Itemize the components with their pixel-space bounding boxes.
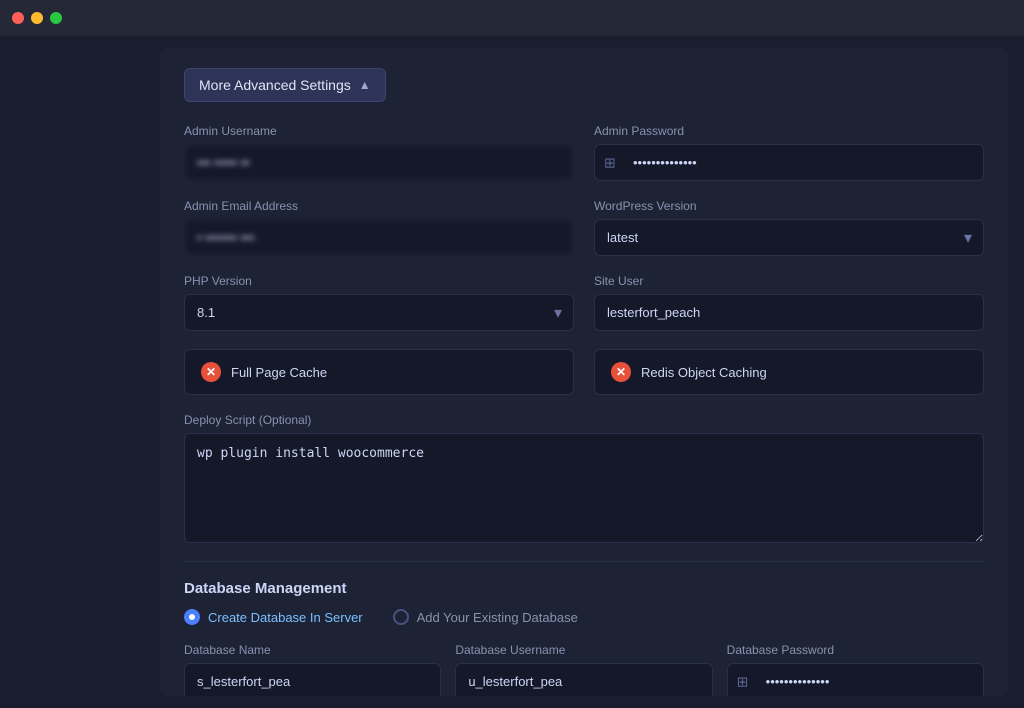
create-database-label: Create Database In Server xyxy=(208,610,363,625)
site-user-label: Site User xyxy=(594,274,984,288)
php-siteuser-row: PHP Version 8.1 8.0 7.4 Site User xyxy=(184,274,984,331)
cache-toggles-row: ✕ Full Page Cache ✕ Redis Object Caching xyxy=(184,349,984,395)
db-username-input[interactable] xyxy=(455,663,712,696)
deploy-script-label: Deploy Script (Optional) xyxy=(184,413,984,427)
database-management-title: Database Management xyxy=(184,580,984,597)
site-user-group: Site User xyxy=(594,274,984,331)
sidebar xyxy=(0,36,160,708)
admin-password-field-wrapper: ⊞ xyxy=(594,144,984,181)
settings-dropdown-label: More Advanced Settings xyxy=(199,77,351,93)
redis-object-caching-toggle[interactable]: ✕ Redis Object Caching xyxy=(594,349,984,395)
admin-username-label: Admin Username xyxy=(184,124,574,138)
admin-email-input[interactable] xyxy=(184,219,574,256)
traffic-lights xyxy=(12,12,62,24)
admin-password-input[interactable] xyxy=(594,144,984,181)
chevron-up-icon: ▲ xyxy=(359,78,371,92)
wordpress-version-label: WordPress Version xyxy=(594,199,984,213)
php-version-select[interactable]: 8.1 8.0 7.4 xyxy=(184,294,574,331)
existing-database-option[interactable]: Add Your Existing Database xyxy=(393,609,578,625)
section-divider xyxy=(184,561,984,562)
password-icon: ⊞ xyxy=(604,154,616,171)
db-password-group: Database Password ⊞ xyxy=(727,643,984,696)
admin-password-label: Admin Password xyxy=(594,124,984,138)
wordpress-version-select-wrapper: latest 6.4 6.3 xyxy=(594,219,984,256)
admin-credentials-row: Admin Username Admin Password ⊞ xyxy=(184,124,984,181)
create-database-radio[interactable] xyxy=(184,609,200,625)
db-name-input[interactable] xyxy=(184,663,441,696)
db-password-field-wrapper: ⊞ xyxy=(727,663,984,696)
minimize-button[interactable] xyxy=(31,12,43,24)
full-page-cache-icon: ✕ xyxy=(201,362,221,382)
database-fields-row: Database Name Database Username Database… xyxy=(184,643,984,696)
full-page-cache-toggle[interactable]: ✕ Full Page Cache xyxy=(184,349,574,395)
db-password-label: Database Password xyxy=(727,643,984,657)
maximize-button[interactable] xyxy=(50,12,62,24)
deploy-script-textarea[interactable] xyxy=(184,433,984,543)
admin-password-group: Admin Password ⊞ xyxy=(594,124,984,181)
deploy-script-group: Deploy Script (Optional) xyxy=(184,413,984,543)
wordpress-version-group: WordPress Version latest 6.4 6.3 xyxy=(594,199,984,256)
database-radio-group: Create Database In Server Add Your Exist… xyxy=(184,609,984,625)
redis-object-caching-label: Redis Object Caching xyxy=(641,365,767,380)
email-version-row: Admin Email Address WordPress Version la… xyxy=(184,199,984,256)
php-version-select-wrapper: 8.1 8.0 7.4 xyxy=(184,294,574,331)
existing-database-label: Add Your Existing Database xyxy=(417,610,578,625)
database-management-section: Database Management Create Database In S… xyxy=(184,580,984,696)
admin-email-group: Admin Email Address xyxy=(184,199,574,256)
titlebar xyxy=(0,0,1024,36)
php-version-label: PHP Version xyxy=(184,274,574,288)
db-username-label: Database Username xyxy=(455,643,712,657)
existing-database-radio[interactable] xyxy=(393,609,409,625)
full-page-cache-label: Full Page Cache xyxy=(231,365,327,380)
create-database-option[interactable]: Create Database In Server xyxy=(184,609,363,625)
db-name-label: Database Name xyxy=(184,643,441,657)
main-content: More Advanced Settings ▲ Admin Username … xyxy=(0,36,1024,708)
db-password-input[interactable] xyxy=(727,663,984,696)
admin-email-label: Admin Email Address xyxy=(184,199,574,213)
site-user-input[interactable] xyxy=(594,294,984,331)
close-button[interactable] xyxy=(12,12,24,24)
admin-username-input[interactable] xyxy=(184,144,574,181)
db-password-icon: ⊞ xyxy=(737,673,749,690)
wordpress-version-select[interactable]: latest 6.4 6.3 xyxy=(594,219,984,256)
db-username-group: Database Username xyxy=(455,643,712,696)
db-name-group: Database Name xyxy=(184,643,441,696)
php-version-group: PHP Version 8.1 8.0 7.4 xyxy=(184,274,574,331)
content-area: More Advanced Settings ▲ Admin Username … xyxy=(160,48,1008,696)
more-advanced-settings-button[interactable]: More Advanced Settings ▲ xyxy=(184,68,386,102)
redis-object-caching-icon: ✕ xyxy=(611,362,631,382)
admin-username-group: Admin Username xyxy=(184,124,574,181)
